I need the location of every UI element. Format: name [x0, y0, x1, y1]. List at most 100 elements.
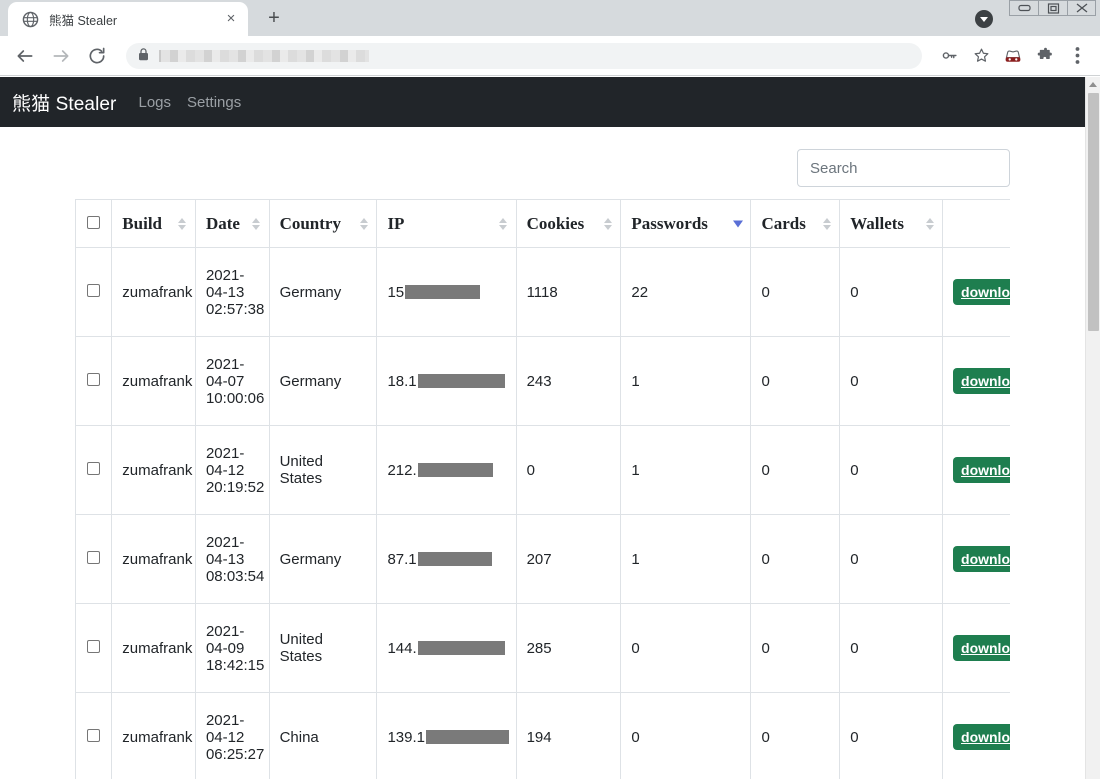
nav-link-settings[interactable]: Settings	[187, 94, 241, 111]
column-label-cookies: Cookies	[527, 214, 585, 233]
browser-window: 熊猫 Stealer × +	[0, 0, 1100, 779]
nav-link-logs[interactable]: Logs	[138, 94, 171, 111]
cell-cards: 0	[751, 604, 840, 693]
cell-passwords: 0	[621, 604, 751, 693]
download-button[interactable]: download	[953, 724, 1010, 750]
ip-prefix: 212.	[387, 462, 416, 479]
cell-cookies: 0	[516, 426, 621, 515]
column-header-cookies[interactable]: Cookies	[516, 200, 621, 248]
row-checkbox[interactable]	[87, 373, 100, 386]
ip-prefix: 87.1	[387, 551, 416, 568]
tab-search-icon[interactable]	[975, 10, 993, 28]
back-icon[interactable]	[10, 41, 40, 71]
sort-icon-build[interactable]	[178, 218, 187, 230]
ip-redaction-block	[418, 374, 505, 388]
cell-ip: 139.1	[377, 693, 516, 779]
cell-build: zumafrank	[112, 426, 196, 515]
close-button[interactable]	[1067, 0, 1096, 16]
column-header-action	[943, 200, 1010, 248]
maximize-button[interactable]	[1038, 0, 1067, 16]
column-header-country[interactable]: Country	[269, 200, 377, 248]
new-tab-button[interactable]: +	[260, 5, 288, 33]
cell-cookies: 194	[516, 693, 621, 779]
cell-wallets: 0	[840, 693, 943, 779]
sort-icon-cards[interactable]	[822, 218, 831, 230]
browser-tab[interactable]: 熊猫 Stealer ×	[8, 2, 248, 36]
ip-redaction-block	[418, 641, 505, 655]
reload-icon[interactable]	[82, 41, 112, 71]
row-checkbox[interactable]	[87, 284, 100, 297]
download-button[interactable]: download	[953, 457, 1010, 483]
sort-icon-country[interactable]	[359, 218, 368, 230]
cell-cookies: 207	[516, 515, 621, 604]
close-icon[interactable]: ×	[222, 10, 240, 28]
app-brand[interactable]: 熊猫 Stealer	[12, 89, 116, 116]
cell-date: 2021-04-13 08:03:54	[195, 515, 269, 604]
browser-tab-strip: 熊猫 Stealer × +	[0, 0, 1100, 36]
column-label-passwords: Passwords	[631, 214, 708, 233]
row-checkbox[interactable]	[87, 729, 100, 742]
cell-date: 2021-04-13 02:57:38	[195, 248, 269, 337]
key-icon[interactable]	[936, 43, 962, 69]
sort-icon-ip[interactable]	[499, 218, 508, 230]
extensions-icon[interactable]	[1032, 43, 1058, 69]
ip-prefix: 139.1	[387, 729, 425, 746]
row-select-cell	[76, 604, 112, 693]
download-button[interactable]: download	[953, 546, 1010, 572]
cell-wallets: 0	[840, 426, 943, 515]
more-menu-icon[interactable]	[1064, 43, 1090, 69]
select-all-header	[76, 200, 112, 248]
forward-icon[interactable]	[46, 41, 76, 71]
row-checkbox[interactable]	[87, 551, 100, 564]
select-all-checkbox[interactable]	[87, 216, 100, 229]
cell-build: zumafrank	[112, 337, 196, 426]
column-header-ip[interactable]: IP	[377, 200, 516, 248]
table-row[interactable]: zumafrank2021-04-09 18:42:15United State…	[76, 604, 1011, 693]
sort-icon-date[interactable]	[252, 218, 261, 230]
column-label-wallets: Wallets	[850, 214, 904, 233]
search-input[interactable]	[797, 149, 1010, 187]
cell-passwords: 1	[621, 426, 751, 515]
cell-cards: 0	[751, 337, 840, 426]
scroll-up-arrow-icon[interactable]	[1086, 77, 1100, 91]
row-checkbox[interactable]	[87, 640, 100, 653]
cell-cards: 0	[751, 515, 840, 604]
table-row[interactable]: zumafrank2021-04-13 02:57:38Germany15111…	[76, 248, 1011, 337]
table-row[interactable]: zumafrank2021-04-12 20:19:52United State…	[76, 426, 1011, 515]
ip-redaction-block	[405, 285, 480, 299]
column-label-country: Country	[280, 214, 341, 233]
ip-redaction-block	[426, 730, 509, 744]
sort-icon-cookies[interactable]	[603, 218, 612, 230]
cell-action: download	[943, 693, 1010, 779]
table-row[interactable]: zumafrank2021-04-07 10:00:06Germany18.12…	[76, 337, 1011, 426]
row-checkbox[interactable]	[87, 462, 100, 475]
sort-icon-wallets[interactable]	[925, 218, 934, 230]
download-button[interactable]: download	[953, 368, 1010, 394]
cell-cards: 0	[751, 426, 840, 515]
incognito-icon[interactable]	[1000, 43, 1026, 69]
column-header-date[interactable]: Date	[195, 200, 269, 248]
download-button[interactable]: download	[953, 635, 1010, 661]
column-header-cards[interactable]: Cards	[751, 200, 840, 248]
column-header-build[interactable]: Build	[112, 200, 196, 248]
download-button[interactable]: download	[953, 279, 1010, 305]
column-header-passwords[interactable]: Passwords	[621, 200, 751, 248]
page-scrollbar-vertical[interactable]	[1085, 77, 1100, 779]
cell-action: download	[943, 426, 1010, 515]
cell-wallets: 0	[840, 337, 943, 426]
address-bar[interactable]	[126, 43, 922, 69]
scrollbar-thumb[interactable]	[1088, 93, 1099, 331]
table-row[interactable]: zumafrank2021-04-13 08:03:54Germany87.12…	[76, 515, 1011, 604]
row-select-cell	[76, 337, 112, 426]
cell-country: United States	[269, 426, 377, 515]
star-icon[interactable]	[968, 43, 994, 69]
cell-passwords: 1	[621, 337, 751, 426]
table-row[interactable]: zumafrank2021-04-12 06:25:27China139.119…	[76, 693, 1011, 779]
cell-action: download	[943, 337, 1010, 426]
cell-date: 2021-04-07 10:00:06	[195, 337, 269, 426]
column-header-wallets[interactable]: Wallets	[840, 200, 943, 248]
minimize-button[interactable]	[1009, 0, 1038, 16]
sort-icon-passwords[interactable]	[733, 220, 742, 227]
cell-cookies: 285	[516, 604, 621, 693]
ip-prefix: 144.	[387, 640, 416, 657]
